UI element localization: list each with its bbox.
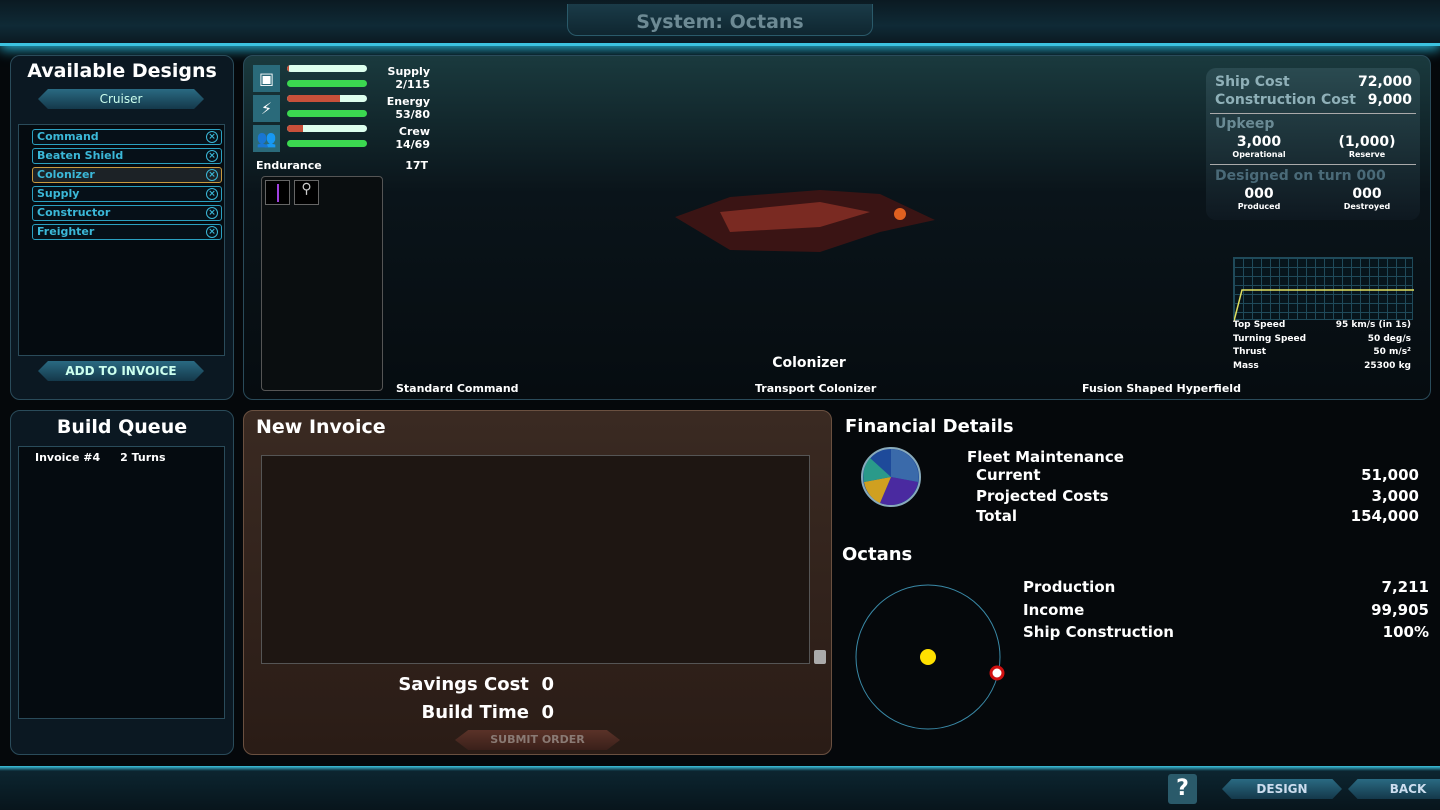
module-slot-1[interactable] xyxy=(265,180,290,205)
module-box: ⚲ xyxy=(261,176,383,391)
design-button[interactable]: DESIGN xyxy=(1222,779,1342,799)
construction-cost-value: 9,000 xyxy=(1367,92,1412,108)
design-item-constructor[interactable]: Constructor × xyxy=(32,205,222,221)
delete-icon[interactable]: × xyxy=(206,169,218,181)
available-designs-title: Available Designs xyxy=(27,60,217,82)
supply-max-bar xyxy=(287,80,367,87)
design-label: Freighter xyxy=(37,225,95,238)
window-title: System: Octans xyxy=(567,4,873,36)
help-button[interactable]: ? xyxy=(1168,774,1197,804)
module-slot-2[interactable]: ⚲ xyxy=(294,180,319,205)
maintenance-pie-chart xyxy=(861,447,921,507)
crew-bar xyxy=(287,125,367,132)
performance-stats: Top Speed 95 km/s (in 1s) Turning Speed 50… xyxy=(1233,320,1411,371)
crew-max-bar xyxy=(287,140,367,147)
system-orbit-map xyxy=(855,584,1005,730)
design-item-colonizer[interactable]: Colonizer × xyxy=(32,167,222,183)
supply-stat: Supply 2/115 xyxy=(387,65,430,91)
produced: 000 Produced xyxy=(1237,186,1281,211)
ship-cost-label: Ship Cost xyxy=(1215,74,1290,90)
design-item-beaten-shield[interactable]: Beaten Shield × xyxy=(32,148,222,164)
cost-panel: Ship Cost 72,000 Construction Cost 9,000… xyxy=(1206,68,1420,220)
energy-stat: Energy 53/80 xyxy=(386,95,430,121)
delete-icon[interactable]: × xyxy=(206,131,218,143)
add-to-invoice-button[interactable]: ADD TO INVOICE xyxy=(38,361,204,381)
supply-icon: ▣ xyxy=(253,65,280,92)
energy-bar xyxy=(287,95,367,102)
destroyed: 000 Destroyed xyxy=(1343,186,1391,211)
back-button[interactable]: BACK xyxy=(1348,779,1440,799)
star-icon xyxy=(920,649,936,665)
slot-left-label: Standard Command xyxy=(396,382,519,395)
slot-mid-label: Transport Colonizer xyxy=(755,382,877,395)
trash-icon[interactable] xyxy=(814,650,826,664)
supply-bar xyxy=(287,65,367,72)
design-label: Supply xyxy=(37,187,80,200)
system-rows: Production 7,211 Income 99,905 Ship Constr… xyxy=(1023,578,1429,641)
slot-right-label: Fusion Shaped Hyperfield xyxy=(1082,382,1241,395)
build-queue-title: Build Queue xyxy=(56,416,188,438)
crew-icon: 👥 xyxy=(253,125,280,152)
speed-graph xyxy=(1233,257,1414,322)
system-title: Octans xyxy=(842,544,913,565)
operational: 3,000 Operational xyxy=(1232,134,1286,159)
ship-name: Colonizer xyxy=(772,355,846,371)
endurance-value: 17T xyxy=(405,159,428,172)
design-label: Beaten Shield xyxy=(37,149,124,162)
fleet-maintenance-label: Fleet Maintenance xyxy=(967,448,1124,466)
cruiser-tab[interactable]: Cruiser xyxy=(38,89,204,109)
new-invoice-title: New Invoice xyxy=(256,416,386,438)
endurance-label: Endurance xyxy=(256,159,322,172)
design-item-freighter[interactable]: Freighter × xyxy=(32,224,222,240)
delete-icon[interactable]: × xyxy=(206,207,218,219)
delete-icon[interactable]: × xyxy=(206,226,218,238)
invoice-list xyxy=(261,455,810,664)
reserve: (1,000) Reserve xyxy=(1338,134,1396,159)
design-list: Command × Beaten Shield × Colonizer × Suppl… xyxy=(18,124,225,356)
queue-item[interactable]: Invoice #4 2 Turns xyxy=(19,447,224,468)
energy-max-bar xyxy=(287,110,367,117)
planet-icon xyxy=(989,665,1005,681)
designed-on-turn: Designed on turn 000 xyxy=(1215,168,1386,184)
delete-icon[interactable]: × xyxy=(206,150,218,162)
crew-stat: Crew 14/69 xyxy=(395,125,430,151)
energy-icon: ⚡ xyxy=(253,95,280,122)
design-item-command[interactable]: Command × xyxy=(32,129,222,145)
delete-icon[interactable]: × xyxy=(206,188,218,200)
financial-rows: Current 51,000 Projected Costs 3,000 Total… xyxy=(976,466,1419,525)
build-time: Build Time 0 xyxy=(421,702,554,723)
queue-list: Invoice #4 2 Turns xyxy=(18,446,225,719)
design-label: Colonizer xyxy=(37,168,95,181)
ship-cost-value: 72,000 xyxy=(1357,74,1412,90)
ship-model xyxy=(675,190,935,252)
savings-cost: Savings Cost 0 xyxy=(398,674,554,695)
financial-title: Financial Details xyxy=(845,416,1014,437)
design-item-supply[interactable]: Supply × xyxy=(32,186,222,202)
upkeep-label: Upkeep xyxy=(1215,116,1275,132)
construction-cost-label: Construction Cost xyxy=(1215,92,1356,108)
design-label: Constructor xyxy=(37,206,111,219)
design-label: Command xyxy=(37,130,99,143)
submit-order-button[interactable]: SUBMIT ORDER xyxy=(455,730,620,750)
